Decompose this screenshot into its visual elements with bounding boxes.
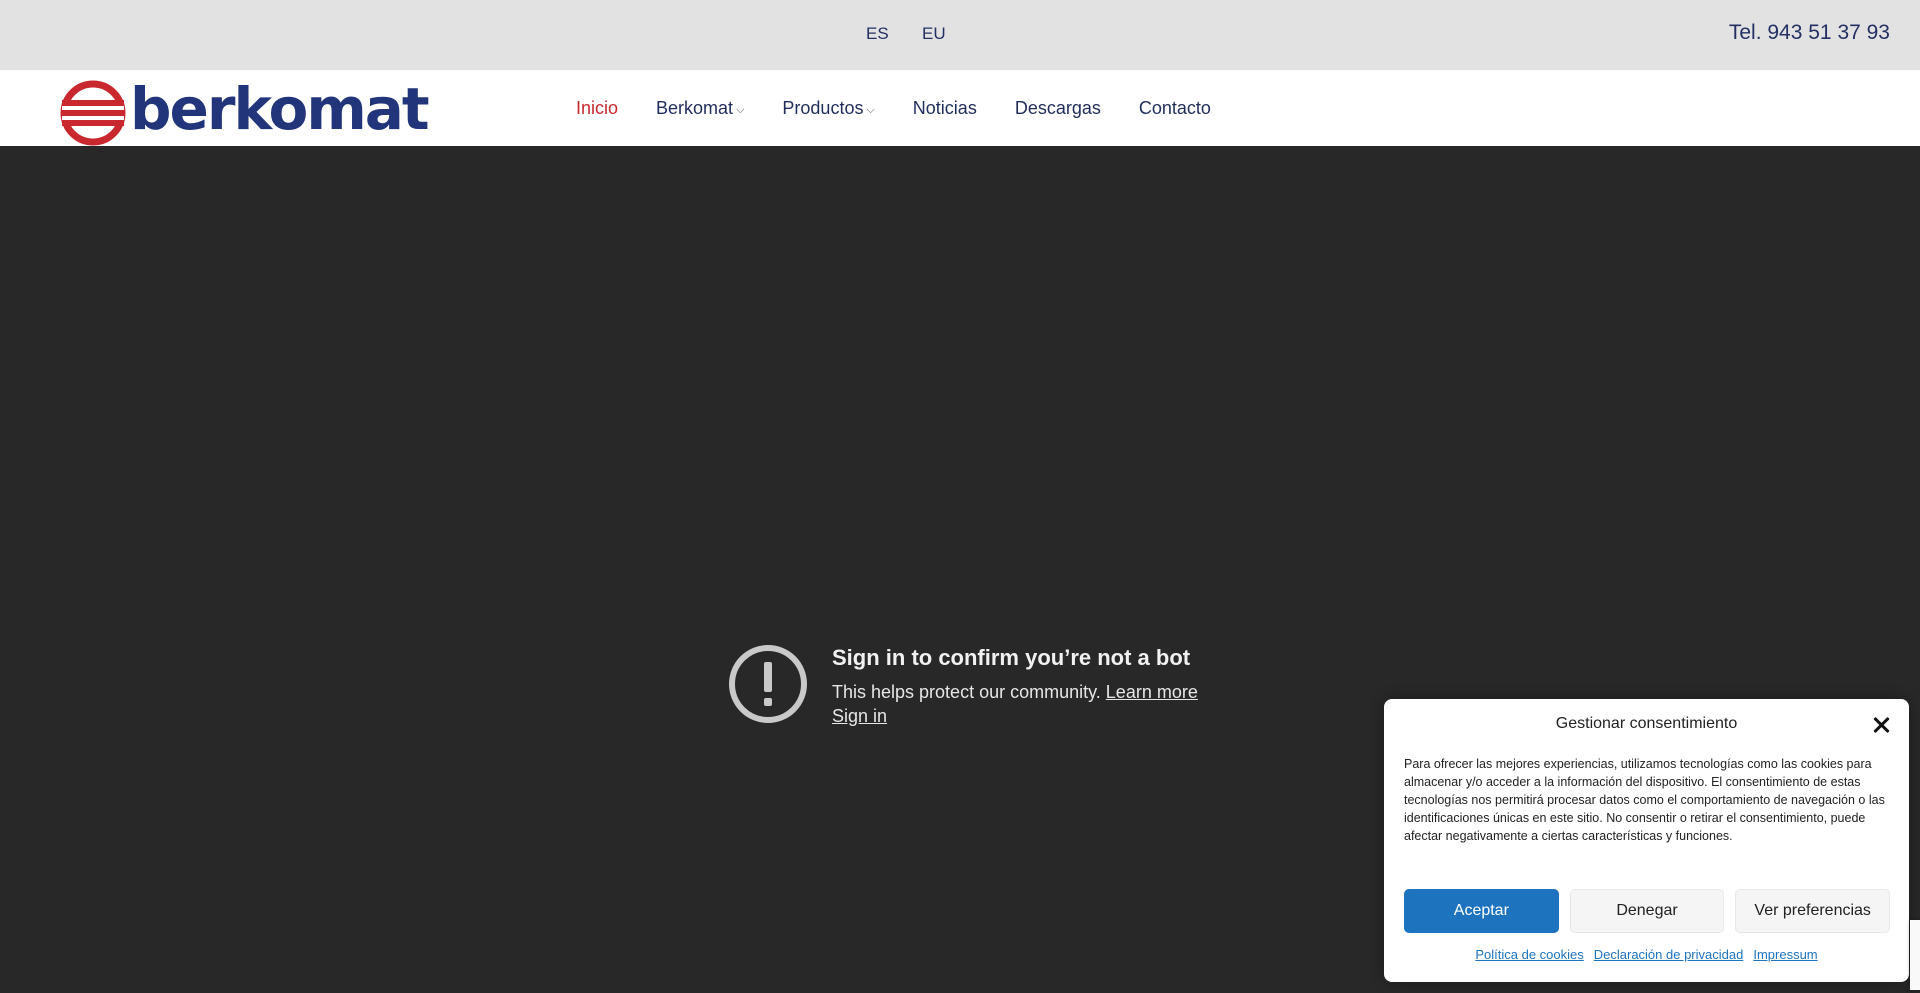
- consent-title: Gestionar consentimiento: [1555, 715, 1738, 732]
- privacy-statement-link[interactable]: Declaración de privacidad: [1594, 947, 1744, 962]
- logo-wordmark: berkomat: [130, 75, 430, 143]
- cookie-consent-dialog: Gestionar consentimiento Para ofrecer la…: [1384, 699, 1909, 982]
- top-utility-bar: ES EU Tel. 943 51 37 93: [0, 0, 1920, 70]
- exclamation-circle-icon: [729, 645, 807, 723]
- bot-check-text: Sign in to confirm you’re not a bot This…: [832, 644, 1198, 728]
- language-es-link[interactable]: ES: [866, 24, 889, 44]
- recaptcha-badge[interactable]: [1910, 920, 1920, 990]
- main-navigation: Inicio Berkomat ⌵ Productos ⌵ Noticias D…: [576, 70, 1211, 146]
- nav-item-label: Productos: [782, 97, 864, 118]
- nav-item-descargas[interactable]: Descargas: [1015, 98, 1101, 119]
- language-eu-link[interactable]: EU: [922, 24, 946, 44]
- berkomat-logo-mark-icon: [60, 80, 126, 146]
- view-preferences-button[interactable]: Ver preferencias: [1735, 889, 1891, 933]
- phone-number: Tel. 943 51 37 93: [1728, 21, 1890, 44]
- close-icon[interactable]: [1871, 715, 1891, 735]
- site-header: berkomat Inicio Berkomat ⌵ Productos ⌵ N…: [0, 70, 1920, 146]
- nav-item-label: Noticias: [912, 97, 977, 118]
- consent-description: Para ofrecer las mejores experiencias, u…: [1404, 757, 1885, 843]
- learn-more-link[interactable]: Learn more: [1106, 682, 1198, 702]
- deny-button[interactable]: Denegar: [1569, 889, 1725, 933]
- consent-links: Política de cookies Declaración de priva…: [1384, 947, 1909, 962]
- bot-check-subtitle: This helps protect our community. Learn …: [832, 680, 1198, 704]
- nav-item-berkomat[interactable]: Berkomat ⌵: [656, 98, 744, 119]
- bot-check-message: Sign in to confirm you’re not a bot This…: [728, 644, 1198, 728]
- accept-button[interactable]: Aceptar: [1404, 889, 1559, 933]
- nav-item-inicio[interactable]: Inicio: [576, 98, 618, 119]
- cookie-policy-link[interactable]: Política de cookies: [1475, 947, 1583, 962]
- consent-button-row: Aceptar Denegar Ver preferencias: [1404, 889, 1891, 933]
- nav-item-label: Inicio: [576, 97, 619, 118]
- nav-item-noticias[interactable]: Noticias: [913, 98, 977, 119]
- chevron-down-icon: ⌵: [736, 103, 745, 116]
- bot-check-subtitle-text: This helps protect our community.: [832, 682, 1101, 702]
- chevron-down-icon: ⌵: [866, 103, 875, 116]
- berkomat-logo[interactable]: berkomat: [60, 75, 430, 146]
- nav-item-label: Berkomat: [656, 97, 734, 118]
- bot-check-title: Sign in to confirm you’re not a bot: [832, 645, 1191, 670]
- nav-item-label: Descargas: [1014, 97, 1101, 118]
- impressum-link[interactable]: Impressum: [1753, 947, 1817, 962]
- nav-item-label: Contacto: [1138, 97, 1211, 118]
- nav-item-contacto[interactable]: Contacto: [1139, 98, 1211, 119]
- sign-in-link[interactable]: Sign in: [832, 704, 887, 728]
- nav-item-productos[interactable]: Productos ⌵: [782, 98, 874, 119]
